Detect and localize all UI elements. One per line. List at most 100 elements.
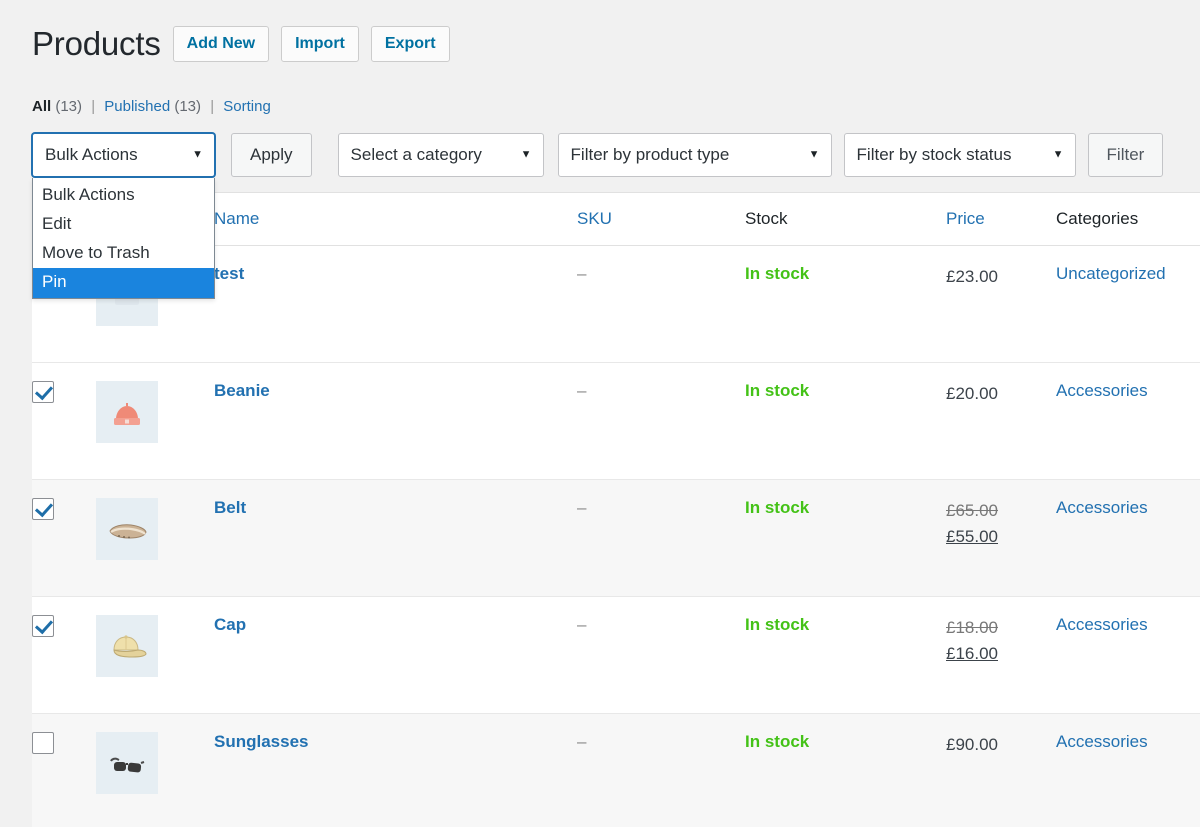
row-sku-cell: –: [577, 362, 745, 480]
row-checkbox[interactable]: [32, 380, 54, 403]
row-checkbox[interactable]: [32, 497, 54, 520]
category-link[interactable]: Accessories: [1056, 381, 1148, 400]
stock-status-badge: In stock: [745, 497, 810, 517]
row-sku-cell: –: [577, 245, 745, 363]
import-button[interactable]: Import: [281, 25, 359, 62]
table-row: Beanie – In stock £20.00 Accessories: [32, 362, 1200, 480]
row-sku-cell: –: [577, 713, 745, 827]
stock-status-badge: In stock: [745, 380, 810, 400]
belt-thumbnail[interactable]: [96, 497, 158, 560]
row-checkbox-cell: [32, 713, 96, 827]
row-price-cell: £90.00: [946, 713, 1056, 827]
row-stock-cell: In stock: [745, 713, 946, 827]
row-name-cell: Belt: [214, 479, 577, 597]
row-stock-cell: In stock: [745, 479, 946, 597]
table-toolbar: Bulk Actions ▼ Apply Select a category ▼…: [32, 133, 1164, 177]
category-filter-value: Select a category: [350, 145, 482, 164]
stock-status-filter-select[interactable]: Filter by stock status ▼: [843, 133, 1076, 177]
products-table-body: test – In stock £23.00 Uncategorized Beanie – I…: [32, 245, 1200, 827]
row-name-cell: Beanie: [214, 362, 577, 480]
row-checkbox-cell: [32, 362, 96, 480]
column-header-stock: Stock: [745, 193, 946, 246]
apply-button[interactable]: Apply: [231, 133, 312, 177]
row-checkbox-cell: [32, 479, 96, 597]
beanie-thumbnail[interactable]: [96, 380, 158, 443]
product-name-link[interactable]: Belt: [214, 498, 246, 517]
column-header-price[interactable]: Price: [946, 193, 1056, 246]
price-value: £90.00: [946, 734, 998, 754]
row-checkbox[interactable]: [32, 731, 54, 754]
sku-value: –: [577, 731, 587, 751]
row-thumbnail-cell: [96, 479, 214, 597]
chevron-down-icon: ▼: [1052, 148, 1064, 161]
row-thumbnail-cell: [96, 596, 214, 714]
product-name-link[interactable]: Cap: [214, 615, 246, 634]
category-link[interactable]: Uncategorized: [1056, 264, 1166, 283]
row-checkbox-cell: [32, 596, 96, 714]
regular-price: £65.00: [946, 500, 998, 520]
table-row: Belt – In stock £65.00 £55.00 Accessories: [32, 479, 1200, 597]
bulk-action-option-pin[interactable]: Pin: [33, 268, 214, 298]
product-name-link[interactable]: test: [214, 264, 244, 283]
product-type-filter-select[interactable]: Filter by product type ▼: [557, 133, 832, 177]
row-categories-cell: Accessories: [1056, 596, 1200, 714]
status-link-sorting[interactable]: Sorting: [223, 98, 271, 115]
bulk-action-option-edit[interactable]: Edit: [33, 210, 214, 239]
table-row: Cap – In stock £18.00 £16.00 Accessories: [32, 596, 1200, 714]
bulk-actions-value: Bulk Actions: [45, 145, 138, 164]
products-admin-page: Products Add New Import Export All (13) …: [0, 0, 1200, 827]
product-name-link[interactable]: Sunglasses: [214, 732, 309, 751]
row-sku-cell: –: [577, 596, 745, 714]
bulk-actions-dropdown-list[interactable]: Bulk Actions Edit Move to Trash Pin: [32, 178, 215, 299]
filter-button[interactable]: Filter: [1087, 133, 1164, 177]
chevron-down-icon: ▼: [520, 148, 532, 161]
row-categories-cell: Uncategorized: [1056, 245, 1200, 363]
export-button[interactable]: Export: [370, 25, 450, 62]
row-name-cell: Sunglasses: [214, 713, 577, 827]
bulk-actions-select[interactable]: Bulk Actions ▼: [32, 133, 215, 177]
product-name-link[interactable]: Beanie: [214, 381, 270, 400]
row-categories-cell: Accessories: [1056, 479, 1200, 597]
row-name-cell: test: [214, 245, 577, 363]
column-header-categories: Categories: [1056, 193, 1200, 246]
row-price-cell: £65.00 £55.00: [946, 479, 1056, 597]
row-stock-cell: In stock: [745, 596, 946, 714]
column-header-sku[interactable]: SKU: [577, 193, 745, 246]
category-link[interactable]: Accessories: [1056, 498, 1148, 517]
stock-status-badge: In stock: [745, 614, 810, 634]
status-separator-2: |: [210, 98, 215, 115]
sku-value: –: [577, 497, 587, 517]
cap-thumbnail[interactable]: [96, 614, 158, 677]
product-type-filter-value: Filter by product type: [570, 145, 730, 164]
category-link[interactable]: Accessories: [1056, 615, 1148, 634]
price-value: £65.00 £55.00: [946, 501, 1056, 551]
status-count-published: (13): [174, 98, 202, 115]
row-checkbox[interactable]: [32, 614, 54, 637]
sale-price: £16.00: [946, 643, 998, 663]
page-header: Products Add New Import Export: [32, 24, 450, 64]
status-link-all[interactable]: All: [32, 98, 51, 115]
price-value: £23.00: [946, 266, 998, 286]
table-row: Sunglasses – In stock £90.00 Accessories: [32, 713, 1200, 827]
row-price-cell: £20.00: [946, 362, 1056, 480]
row-price-cell: £23.00: [946, 245, 1056, 363]
sunglasses-thumbnail[interactable]: [96, 731, 158, 794]
status-separator-1: |: [91, 98, 96, 115]
price-value: £18.00 £16.00: [946, 618, 1056, 668]
chevron-down-icon: ▼: [192, 148, 203, 161]
add-new-button[interactable]: Add New: [172, 25, 270, 62]
row-name-cell: Cap: [214, 596, 577, 714]
row-thumbnail-cell: [96, 713, 214, 827]
column-header-name[interactable]: Name: [214, 193, 577, 246]
category-filter-select[interactable]: Select a category ▼: [337, 133, 544, 177]
category-link[interactable]: Accessories: [1056, 732, 1148, 751]
bulk-action-option-move-to-trash[interactable]: Move to Trash: [33, 239, 214, 268]
chevron-down-icon: ▼: [808, 148, 820, 161]
row-stock-cell: In stock: [745, 362, 946, 480]
status-link-published[interactable]: Published: [104, 98, 170, 115]
status-filter-links: All (13) | Published (13) | Sorting: [32, 98, 271, 115]
row-categories-cell: Accessories: [1056, 362, 1200, 480]
stock-status-badge: In stock: [745, 263, 810, 283]
sku-value: –: [577, 614, 587, 634]
bulk-action-option-bulk-actions[interactable]: Bulk Actions: [33, 181, 214, 210]
